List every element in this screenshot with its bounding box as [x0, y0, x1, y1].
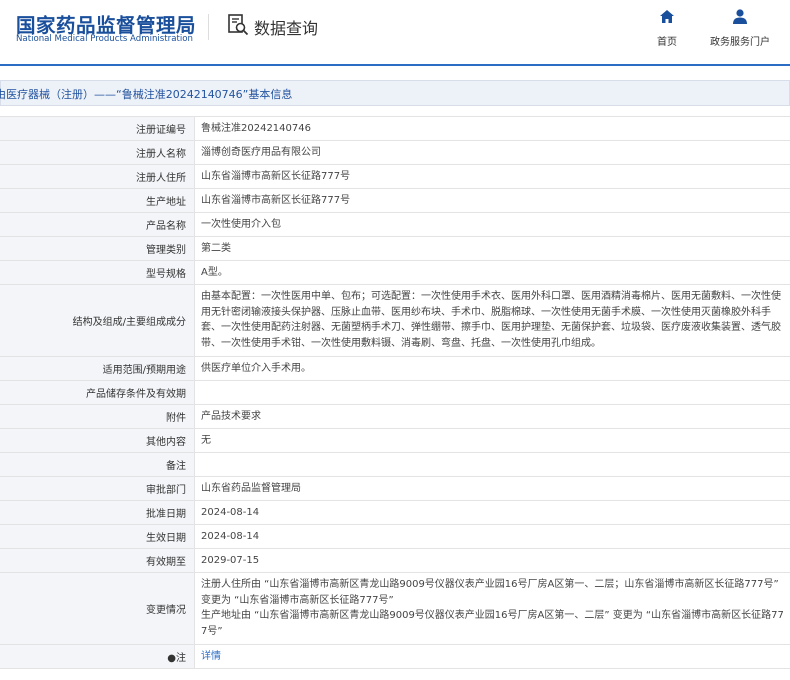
row-value-line: 带、一次性使用手术钳、一次性使用敷料镊、消毒刷、弯盘、托盘、一次性使用孔巾组成。: [201, 337, 601, 349]
table-row: 批准日期 2024-08-14: [0, 501, 790, 525]
header-accent-line: [0, 64, 790, 66]
table-row: 其他内容 无: [0, 429, 790, 453]
row-label: 生产地址: [0, 189, 195, 212]
row-label: 型号规格: [0, 261, 195, 284]
nav-service-portal[interactable]: 政务服务门户: [710, 9, 770, 48]
row-value-line: 注册人住所由 “山东省淄博市高新区青龙山路9009号仪器仪表产业园16号厂房A区…: [201, 579, 779, 590]
row-value: 山东省淄博市高新区长征路777号: [201, 194, 351, 206]
row-value-line: 变更为 “山东省淄博市高新区长征路777号”: [201, 594, 394, 606]
row-value: [195, 381, 790, 404]
table-row: ●注 详情: [0, 645, 790, 669]
row-value: 详情: [195, 645, 790, 668]
table-row: 结构及组成/主要组成成分 由基本配置：一次性医用中单、包布；可选配置：一次性使用…: [0, 285, 790, 357]
row-label: 产品名称: [0, 213, 195, 236]
breadcrumb: 由医疗器械（注册）——“鲁械注准20242140746”基本信息: [0, 80, 790, 106]
table-row: 管理类别 第二类: [0, 237, 790, 261]
table-row: 注册人名称 淄博创奇医疗用品有限公司: [0, 141, 790, 165]
row-label: 产品储存条件及有效期: [0, 381, 195, 404]
user-icon: [732, 9, 748, 28]
table-row: 注册人住所 山东省淄博市高新区长征路777号: [0, 165, 790, 189]
row-label: 有效期至: [0, 549, 195, 572]
row-value-line: 由基本配置：一次性医用中单、包布；可选配置：一次性使用手术衣、医用外科口罩、医用…: [201, 291, 781, 302]
nav-home-label: 首页: [657, 37, 677, 48]
row-label: 生效日期: [0, 525, 195, 548]
row-value: 山东省淄博市高新区长征路777号: [201, 170, 351, 182]
row-value: 无: [201, 434, 211, 446]
row-value-line: 生产地址由 “山东省淄博市高新区青龙山路9009号仪器仪表产业园16号厂房A区第…: [201, 610, 784, 621]
table-row: 审批部门 山东省药品监督管理局: [0, 477, 790, 501]
table-row: 生产地址 山东省淄博市高新区长征路777号: [0, 189, 790, 213]
row-value: 由基本配置：一次性医用中单、包布；可选配置：一次性使用手术衣、医用外科口罩、医用…: [195, 285, 790, 356]
data-query-label: 数据查询: [254, 19, 319, 38]
nav-service-portal-label: 政务服务门户: [710, 37, 770, 48]
table-row: 附件 产品技术要求: [0, 405, 790, 429]
row-label: 附件: [0, 405, 195, 428]
row-label: 变更情况: [0, 573, 195, 644]
row-label: ●注: [0, 645, 195, 668]
row-value: 2024-08-14: [201, 506, 260, 518]
row-label: 其他内容: [0, 429, 195, 452]
row-label: 适用范围/预期用途: [0, 357, 195, 380]
site-header: 国家药品监督管理局 National Medical Products Admi…: [0, 0, 790, 64]
row-label: 注册人名称: [0, 141, 195, 164]
table-row: 变更情况 注册人住所由 “山东省淄博市高新区青龙山路9009号仪器仪表产业园16…: [0, 573, 790, 645]
site-logo-subtitle: National Medical Products Administration: [16, 34, 193, 44]
row-value: 一次性使用介入包: [201, 218, 281, 230]
details-link[interactable]: 详情: [201, 649, 221, 665]
row-value-line: 用无针密闭输液接头保护器、压脉止血带、医用纱布块、手术巾、脱脂棉球、一次性使用无…: [201, 306, 771, 318]
row-label: 结构及组成/主要组成成分: [0, 285, 195, 356]
table-row: 型号规格 A型。: [0, 261, 790, 285]
data-search-icon: [226, 13, 250, 41]
row-label: 管理类别: [0, 237, 195, 260]
row-value: A型。: [201, 266, 228, 278]
row-value: 第二类: [201, 242, 231, 254]
table-row: 有效期至 2029-07-15: [0, 549, 790, 573]
data-query-link[interactable]: 数据查询: [226, 13, 318, 41]
row-value: 供医疗单位介入手术用。: [201, 362, 311, 374]
row-label: 审批部门: [0, 477, 195, 500]
table-row: 适用范围/预期用途 供医疗单位介入手术用。: [0, 357, 790, 381]
table-row: 注册证编号 鲁械注准20242140746: [0, 117, 790, 141]
row-label: 批准日期: [0, 501, 195, 524]
row-value-line: 7号”: [201, 625, 223, 637]
row-label: 注册人住所: [0, 165, 195, 188]
row-value: 鲁械注准20242140746: [201, 122, 311, 134]
row-label: 备注: [0, 453, 195, 476]
row-value-line: 套、一次性使用配药注射器、无菌塑柄手术刀、弹性绷带、擦手巾、医用护理垫、无菌保护…: [201, 322, 781, 333]
row-value: [195, 453, 790, 476]
detail-table: 注册证编号 鲁械注准20242140746 注册人名称 淄博创奇医疗用品有限公司…: [0, 116, 790, 669]
row-label: 注册证编号: [0, 117, 195, 140]
table-row: 生效日期 2024-08-14: [0, 525, 790, 549]
breadcrumb-text: 由医疗器械（注册）——“鲁械注准20242140746”基本信息: [0, 88, 293, 101]
table-row: 产品名称 一次性使用介入包: [0, 213, 790, 237]
row-value: 注册人住所由 “山东省淄博市高新区青龙山路9009号仪器仪表产业园16号厂房A区…: [195, 573, 790, 644]
row-value: 2024-08-14: [201, 530, 260, 542]
row-value: 山东省药品监督管理局: [201, 482, 301, 494]
row-value: 淄博创奇医疗用品有限公司: [201, 146, 321, 158]
row-value: 2029-07-15: [201, 554, 260, 566]
header-divider: [208, 14, 209, 40]
table-row: 备注: [0, 453, 790, 477]
home-icon: [659, 9, 675, 28]
table-row: 产品储存条件及有效期: [0, 381, 790, 405]
row-value: 产品技术要求: [201, 410, 261, 422]
nav-home[interactable]: 首页: [657, 9, 677, 48]
